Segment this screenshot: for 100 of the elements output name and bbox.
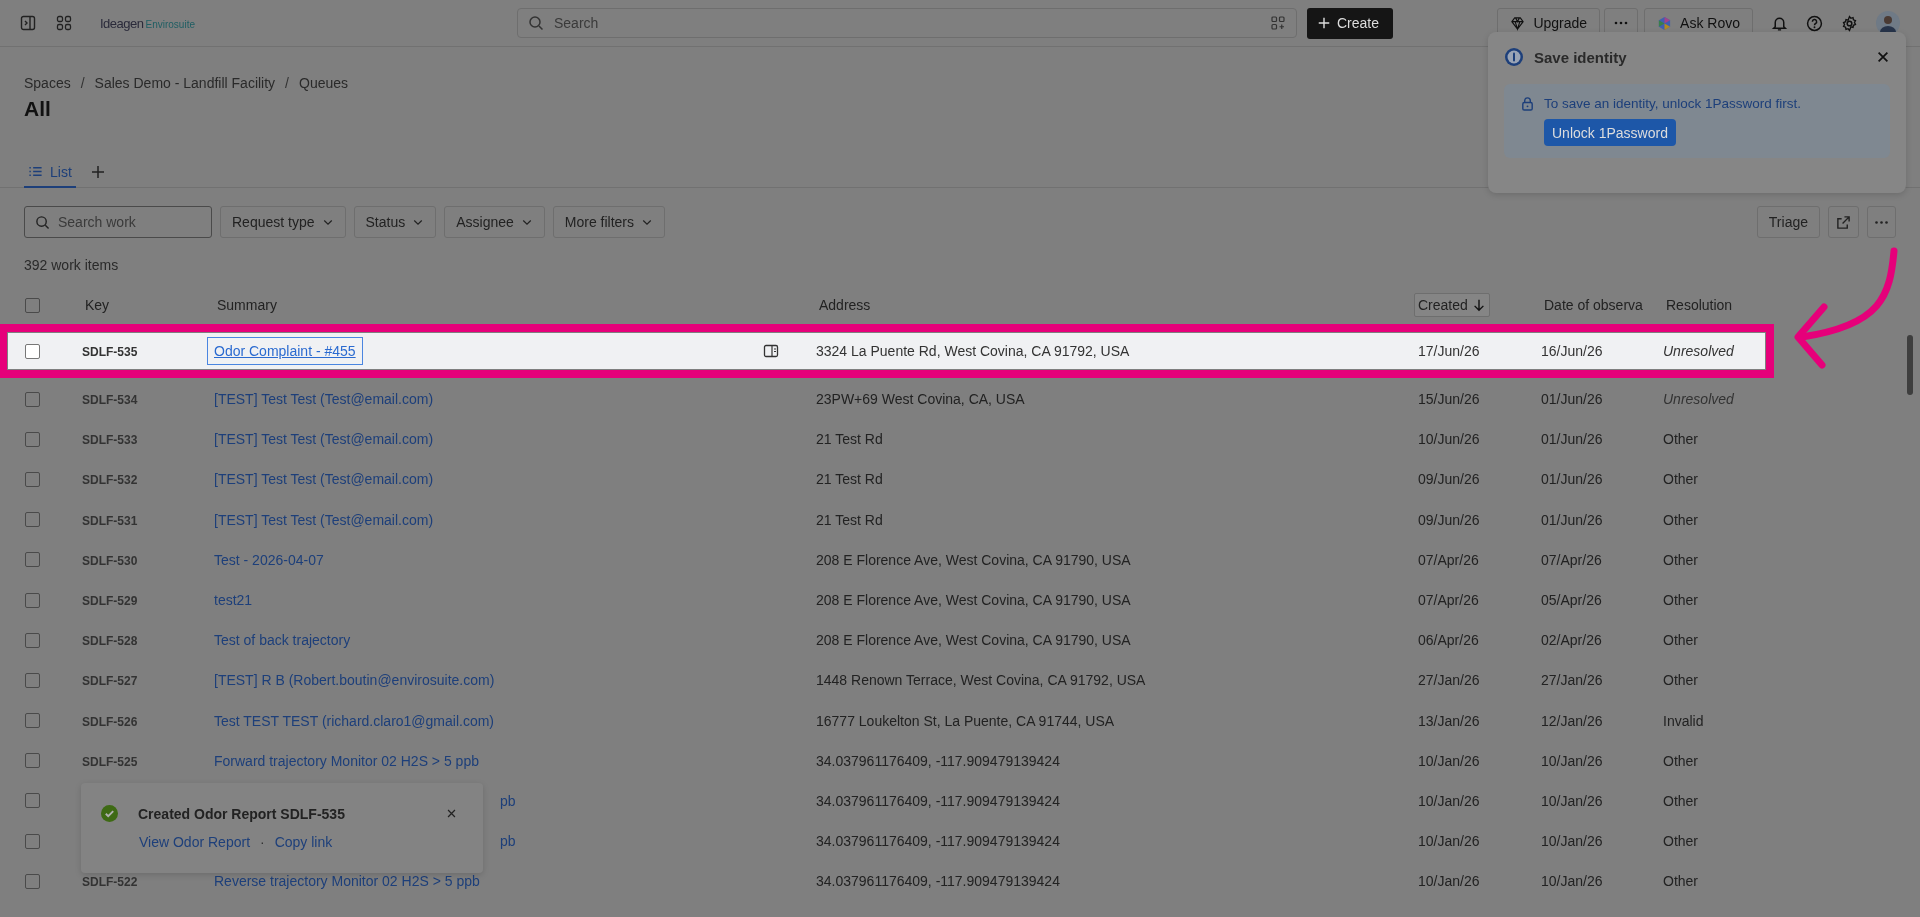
popup-message: To save an identity, unlock 1Password first.	[1544, 96, 1802, 111]
created-date-cell-text: 10/Jan/26	[1418, 873, 1481, 890]
resolution-cell-text: Other	[1663, 792, 1699, 809]
breadcrumb-link[interactable]: Sales Demo - Landfill Facility	[94, 75, 276, 91]
table-row[interactable]: SDLF-533 [TEST] Test Test (Test@email.com) 21 Test Rd 10/Jun/26 01/Jun/26 Other	[0, 419, 1765, 460]
toast-link[interactable]: Copy link	[274, 834, 333, 850]
table-row[interactable]: SDLF-530 Test - 2026-04-07 208 E Florence Ave, West Covina, CA 91790, USA 07/Apr/26 07/Apr/26 Other	[0, 539, 1765, 580]
table-row[interactable]: SDLF-529 test21 208 E Florence Ave, West Covina, CA 91790, USA 07/Apr/26 05/Apr/26 Other	[0, 579, 1765, 621]
row-checkbox[interactable]	[25, 753, 40, 769]
row-checkbox[interactable]	[25, 592, 40, 608]
table-row[interactable]: SDLF-527 [TEST] R B (Robert.boutin@envirosuite.com) 1448 Renown Terrace, West Covina, CA 91792, USA 27/Jan/26 27/Jan/26 Other	[0, 660, 1765, 701]
row-checkbox[interactable]	[25, 552, 40, 568]
row-checkbox[interactable]	[25, 512, 40, 528]
unlock-button[interactable]: Unlock 1Password	[1544, 119, 1676, 146]
link-separator: ·	[260, 834, 265, 850]
issue-key: SDLF-528	[82, 634, 138, 649]
column-header[interactable]: Address	[816, 294, 874, 316]
arrow-down-icon	[1471, 298, 1486, 312]
more-actions-button[interactable]	[1867, 206, 1896, 238]
summary-link[interactable]: Odor Complaint - #455	[208, 338, 362, 364]
scrollbar[interactable]	[1907, 335, 1913, 395]
breadcrumb-link[interactable]: Spaces	[24, 75, 71, 91]
row-checkbox[interactable]	[25, 713, 40, 729]
filter-dropdown[interactable]: Status	[353, 206, 437, 238]
search-work-field[interactable]: Search work	[24, 206, 212, 238]
address-cell-text: 208 E Florence Ave, West Covina, CA 91790, USA	[816, 592, 1132, 609]
toast-link[interactable]: View Odor Report	[139, 834, 250, 850]
column-header[interactable]: Created	[1414, 293, 1490, 317]
address-cell-text: 3324 La Puente Rd, West Covina, CA 91792, USA	[816, 343, 1131, 359]
notification-bell-icon[interactable]	[1771, 14, 1788, 32]
summary-link[interactable]: Test - 2026-04-07	[214, 551, 324, 568]
search-field[interactable]: Search	[516, 8, 1297, 38]
breadcrumb-link[interactable]: Queues	[299, 75, 349, 91]
side-panel-icon[interactable]	[763, 343, 779, 359]
created-date-cell-text: 09/Jun/26	[1418, 471, 1481, 488]
summary-link[interactable]: Reverse trajectory Monitor 02 H2S > 5 ppb	[214, 873, 480, 890]
row-checkbox[interactable]	[25, 632, 40, 648]
column-header[interactable]: Resolution	[1663, 294, 1736, 316]
row-checkbox[interactable]	[25, 431, 40, 447]
list-icon	[28, 164, 43, 179]
table-row[interactable]: SDLF-532 [TEST] Test Test (Test@email.com) 21 Test Rd 09/Jun/26 01/Jun/26 Other	[0, 459, 1765, 500]
summary-link[interactable]: Forward trajectory Monitor 02 H2S > 5 ppb	[214, 752, 479, 769]
summary-link[interactable]: Test TEST TEST (richard.claro1@gmail.com)	[214, 712, 495, 729]
summary-link[interactable]: pb	[500, 833, 516, 850]
observation-date-cell-text: 12/Jan/26	[1541, 712, 1604, 729]
apps-add-icon[interactable]	[1269, 15, 1286, 31]
created-date-cell-text: 13/Jan/26	[1418, 712, 1481, 729]
column-header[interactable]: Key	[82, 294, 113, 316]
issue-key: SDLF-527	[82, 674, 138, 689]
item-count: 392 work items	[24, 257, 120, 273]
select-all-checkbox[interactable]	[25, 297, 40, 313]
row-checkbox[interactable]	[25, 672, 40, 688]
observation-date-cell-text: 01/Jun/26	[1541, 391, 1604, 408]
app-logo[interactable]: Ideagen Envirosuite	[100, 15, 195, 31]
summary-link[interactable]: [TEST] Test Test (Test@email.com)	[214, 511, 434, 528]
close-icon[interactable]	[446, 808, 457, 819]
table-row[interactable]: SDLF-528 Test of back trajectory 208 E Florence Ave, West Covina, CA 91790, USA 06/Apr/26 02/Apr/26 Other	[0, 620, 1765, 661]
table-row[interactable]: SDLF-525 Forward trajectory Monitor 02 H2S > 5 ppb 34.037961176409, -117.909479139424 10/Jan/26 10/Jan/26 Other	[0, 740, 1765, 781]
page-title: All	[24, 97, 51, 121]
address-cell-text: 34.037961176409, -117.909479139424	[816, 873, 1061, 890]
resolution-cell-text: Other	[1663, 551, 1699, 568]
table-row[interactable]: SDLF-531 [TEST] Test Test (Test@email.com) 21 Test Rd 09/Jun/26 01/Jun/26 Other	[0, 499, 1765, 540]
column-header[interactable]: Date of observa	[1541, 294, 1646, 316]
summary-link[interactable]: test21	[214, 592, 253, 609]
created-date-cell-text: 27/Jan/26	[1418, 672, 1481, 689]
column-header[interactable]: Summary	[214, 294, 280, 316]
row-checkbox[interactable]	[25, 471, 40, 487]
view-tab[interactable]: List	[24, 157, 76, 188]
table-row[interactable]: SDLF-534 [TEST] Test Test (Test@email.com) 23PW+69 West Covina, CA, USA 15/Jun/26 01/Jun/26 Unresolved	[0, 379, 1765, 420]
close-icon[interactable]	[1876, 50, 1890, 64]
table-row[interactable]: SDLF-526 Test TEST TEST (richard.claro1@gmail.com) 16777 Loukelton St, La Puente, CA 91744, USA 13/Jan/26 12/Jan/26 Invalid	[0, 700, 1765, 741]
observation-date-cell-text: 16/Jun/26	[1541, 343, 1604, 359]
table-row[interactable]: SDLF-522 Reverse trajectory Monitor 02 H2S > 5 ppb 34.037961176409, -117.909479139424 10/Jan/26 10/Jan/26 Other	[0, 861, 1765, 902]
help-icon[interactable]	[1806, 14, 1823, 32]
summary-link[interactable]: [TEST] Test Test (Test@email.com)	[214, 471, 434, 488]
add-view-icon[interactable]	[89, 164, 106, 180]
summary-link[interactable]: [TEST] Test Test (Test@email.com)	[214, 431, 434, 448]
issue-key: SDLF-522	[82, 875, 138, 890]
filter-dropdown[interactable]: Request type	[220, 206, 346, 238]
row-checkbox[interactable]	[25, 873, 40, 889]
row-checkbox[interactable]	[25, 391, 40, 407]
resolution-cell-text: Other	[1663, 592, 1699, 609]
row-checkbox[interactable]	[25, 343, 40, 359]
filter-dropdown[interactable]: Assignee	[444, 206, 545, 238]
created-date-cell-text: 15/Jun/26	[1418, 391, 1481, 408]
export-button[interactable]	[1828, 206, 1859, 238]
summary-link[interactable]: [TEST] R B (Robert.boutin@envirosuite.com)	[214, 672, 495, 689]
filter-dropdown[interactable]: More filters	[552, 206, 666, 238]
settings-icon[interactable]	[1841, 14, 1858, 32]
summary-link[interactable]: [TEST] Test Test (Test@email.com)	[214, 391, 434, 408]
address-cell-text: 21 Test Rd	[816, 431, 884, 448]
summary-link[interactable]: Test of back trajectory	[214, 632, 351, 649]
triage-button[interactable]: Triage	[1756, 206, 1820, 238]
row-checkbox[interactable]	[25, 833, 40, 849]
row-checkbox[interactable]	[25, 793, 40, 809]
sidebar-toggle-icon[interactable]	[20, 15, 36, 31]
create-button[interactable]: Create	[1306, 7, 1393, 39]
app-grid-icon[interactable]	[56, 15, 72, 31]
address-cell-text: 23PW+69 West Covina, CA, USA	[816, 391, 1026, 408]
summary-link[interactable]: pb	[500, 792, 516, 809]
